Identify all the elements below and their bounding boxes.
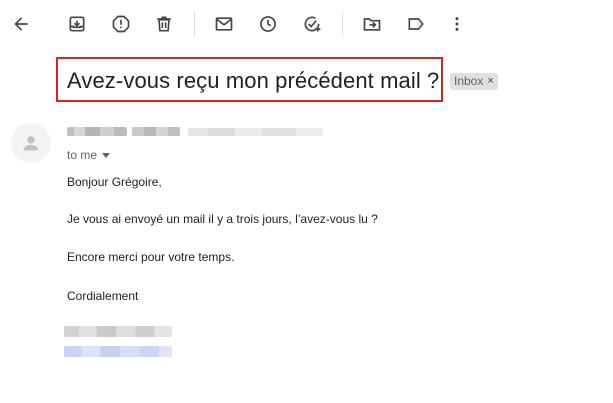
snooze-icon (260, 16, 276, 32)
body-closing: Cordialement (67, 289, 139, 303)
person-icon (23, 136, 39, 151)
add-to-tasks-icon (304, 16, 321, 32)
body-line-1: Je vous ai envoyé un mail il y a trois j… (67, 212, 378, 226)
move-to-button[interactable] (358, 10, 386, 38)
inbox-label-chip[interactable]: Inbox × (450, 73, 498, 90)
back-arrow-icon (14, 17, 28, 31)
snooze-button[interactable] (254, 10, 282, 38)
archive-button[interactable] (63, 10, 91, 38)
delete-button[interactable] (150, 10, 178, 38)
labels-button[interactable] (402, 10, 430, 38)
report-spam-button[interactable] (107, 10, 135, 38)
report-spam-icon (112, 15, 130, 33)
chevron-down-icon (102, 152, 111, 158)
archive-icon (69, 16, 85, 32)
sender-avatar[interactable] (11, 123, 51, 163)
toolbar-divider (194, 12, 195, 36)
labels-icon (408, 18, 424, 30)
remove-label-icon[interactable]: × (487, 73, 493, 90)
toolbar (0, 0, 613, 48)
body-greeting: Bonjour Grégoire, (67, 175, 162, 189)
recipient-dropdown[interactable]: to me (67, 148, 111, 162)
body-line-2: Encore merci pour votre temps. (67, 250, 235, 264)
mark-unread-button[interactable] (210, 10, 238, 38)
toolbar-divider (342, 12, 343, 36)
add-to-tasks-button[interactable] (298, 10, 326, 38)
more-options-button[interactable] (443, 10, 471, 38)
move-to-icon (363, 18, 381, 31)
back-button[interactable] (7, 10, 35, 38)
inbox-label-text: Inbox (454, 74, 484, 88)
delete-icon (157, 16, 171, 32)
more-vert-icon (455, 17, 459, 31)
mark-unread-icon (215, 17, 233, 31)
recipient-text: to me (67, 148, 98, 162)
email-view: Avez-vous reçu mon précédent mail ? Inbo… (0, 0, 613, 403)
email-subject: Avez-vous reçu mon précédent mail ? (67, 68, 440, 93)
